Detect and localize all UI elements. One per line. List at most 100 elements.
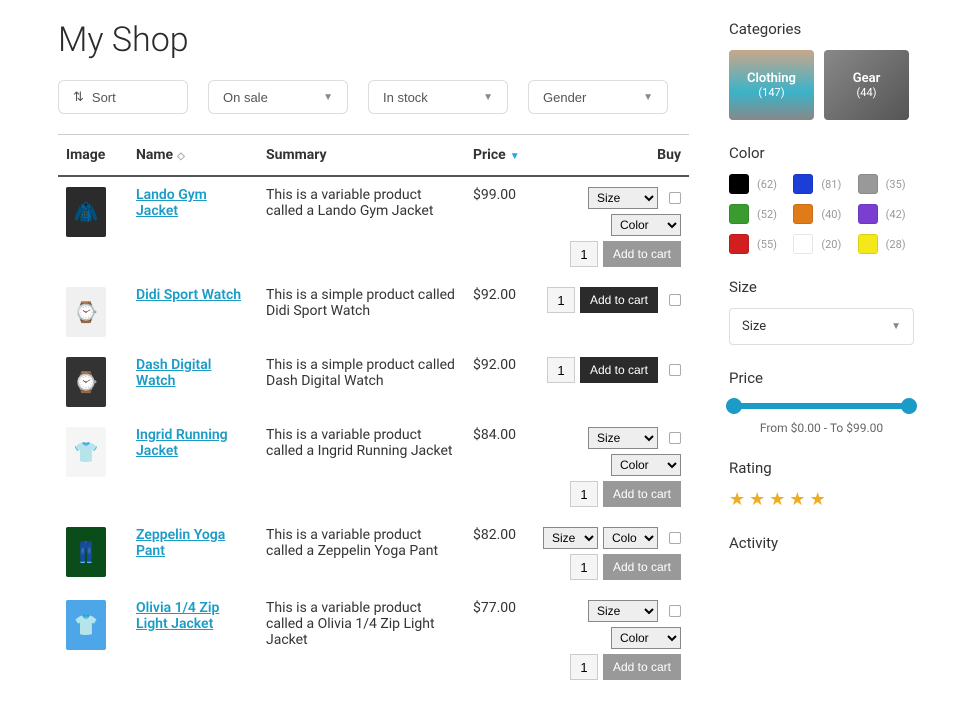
row-checkbox[interactable] (669, 532, 681, 544)
size-select[interactable]: Size ▼ (729, 308, 914, 345)
add-to-cart-button[interactable]: Add to cart (603, 654, 681, 680)
sort-indicator-icon: ◇ (177, 151, 185, 162)
add-to-cart-button[interactable]: Add to cart (603, 241, 681, 267)
color-select[interactable]: Color (603, 527, 658, 549)
color-filter-item[interactable]: (42) (858, 204, 914, 224)
slider-handle-max[interactable] (901, 398, 917, 414)
size-select[interactable]: Size (588, 600, 658, 622)
quantity-input[interactable] (570, 654, 598, 680)
filter-label: In stock (383, 90, 428, 105)
color-filter-item[interactable]: (52) (729, 204, 785, 224)
product-summary: This is a simple product called Dash Dig… (266, 357, 455, 389)
price-title: Price (729, 369, 914, 387)
star-icon[interactable]: ★ (749, 489, 765, 510)
quantity-input[interactable] (547, 357, 575, 383)
filter-dropdown[interactable]: Gender ▼ (528, 80, 668, 114)
color-filter-item[interactable]: (62) (729, 174, 785, 194)
product-image[interactable]: 🧥 (66, 187, 106, 237)
size-select[interactable]: Size (588, 427, 658, 449)
col-price[interactable]: Price▼ (465, 135, 535, 177)
slider-handle-min[interactable] (726, 398, 742, 414)
color-count: (81) (821, 178, 841, 191)
color-select[interactable]: Color (611, 627, 681, 649)
rating-title: Rating (729, 459, 914, 477)
star-icon[interactable]: ★ (729, 489, 745, 510)
star-icon[interactable]: ★ (769, 489, 785, 510)
product-price: $99.00 (473, 187, 516, 203)
size-select[interactable]: Size (543, 527, 598, 549)
color-filter-item[interactable]: (35) (858, 174, 914, 194)
color-count: (42) (886, 208, 906, 221)
price-slider[interactable] (729, 403, 914, 409)
category-name: Clothing (747, 71, 796, 86)
filter-dropdown[interactable]: In stock▼ (368, 80, 508, 114)
product-price: $82.00 (473, 527, 516, 543)
row-checkbox[interactable] (669, 364, 681, 376)
product-name-link[interactable]: Olivia 1/4 Zip Light Jacket (136, 600, 219, 632)
add-to-cart-button[interactable]: Add to cart (603, 554, 681, 580)
product-name-link[interactable]: Dash Digital Watch (136, 357, 211, 389)
price-range-text: From $0.00 - To $99.00 (729, 421, 914, 435)
size-select-label: Size (742, 319, 766, 334)
color-swatch (729, 204, 749, 224)
quantity-input[interactable] (547, 287, 575, 313)
filter-label: Gender (543, 90, 586, 105)
color-filter-item[interactable]: (40) (793, 204, 849, 224)
product-name-link[interactable]: Lando Gym Jacket (136, 187, 207, 219)
product-summary: This is a variable product called a Land… (266, 187, 433, 219)
filter-dropdown[interactable]: On sale▼ (208, 80, 348, 114)
categories-title: Categories (729, 20, 914, 38)
sort-icon: ⇅ (73, 89, 84, 105)
color-select[interactable]: Color (611, 214, 681, 236)
star-icon[interactable]: ★ (810, 489, 826, 510)
sort-button[interactable]: ⇅ Sort (58, 80, 188, 114)
col-image: Image (58, 135, 128, 177)
filter-bar: ⇅ Sort On sale▼ In stock▼ Gender ▼ (58, 80, 689, 114)
product-image[interactable]: ⌚ (66, 357, 106, 407)
chevron-down-icon: ▼ (643, 92, 653, 103)
product-image[interactable]: ⌚ (66, 287, 106, 337)
color-filter-item[interactable]: (28) (858, 234, 914, 254)
table-row: 👖 Zeppelin Yoga Pant This is a variable … (58, 517, 689, 590)
row-checkbox[interactable] (669, 294, 681, 306)
product-image[interactable]: 👕 (66, 600, 106, 650)
chevron-down-icon: ▼ (891, 321, 901, 332)
color-filter-item[interactable]: (81) (793, 174, 849, 194)
color-swatch (729, 174, 749, 194)
sort-indicator-icon: ▼ (510, 151, 520, 162)
add-to-cart-button[interactable]: Add to cart (580, 357, 658, 383)
color-select[interactable]: Color (611, 454, 681, 476)
product-image[interactable]: 👕 (66, 427, 106, 477)
color-swatch (858, 174, 878, 194)
row-checkbox[interactable] (669, 605, 681, 617)
product-name-link[interactable]: Didi Sport Watch (136, 287, 241, 303)
color-filter-item[interactable]: (20) (793, 234, 849, 254)
row-checkbox[interactable] (669, 432, 681, 444)
color-count: (40) (821, 208, 841, 221)
table-row: 👕 Olivia 1/4 Zip Light Jacket This is a … (58, 590, 689, 690)
star-icon[interactable]: ★ (789, 489, 805, 510)
product-image[interactable]: 👖 (66, 527, 106, 577)
quantity-input[interactable] (570, 481, 598, 507)
product-price: $92.00 (473, 357, 516, 373)
col-name[interactable]: Name◇ (128, 135, 258, 177)
filter-label: On sale (223, 90, 268, 105)
row-checkbox[interactable] (669, 192, 681, 204)
add-to-cart-button[interactable]: Add to cart (580, 287, 658, 313)
product-name-link[interactable]: Ingrid Running Jacket (136, 427, 228, 459)
col-summary: Summary (258, 135, 465, 177)
category-card[interactable]: Clothing(147) (729, 50, 814, 120)
page-title: My Shop (58, 20, 689, 60)
add-to-cart-button[interactable]: Add to cart (603, 481, 681, 507)
color-swatch (793, 204, 813, 224)
color-count: (62) (757, 178, 777, 191)
quantity-input[interactable] (570, 241, 598, 267)
rating-stars: ★ ★ ★ ★ ★ (729, 489, 914, 510)
color-filter-item[interactable]: (55) (729, 234, 785, 254)
activity-title: Activity (729, 534, 914, 552)
quantity-input[interactable] (570, 554, 598, 580)
size-select[interactable]: Size (588, 187, 658, 209)
product-name-link[interactable]: Zeppelin Yoga Pant (136, 527, 225, 559)
category-card[interactable]: Gear(44) (824, 50, 909, 120)
color-swatch (729, 234, 749, 254)
